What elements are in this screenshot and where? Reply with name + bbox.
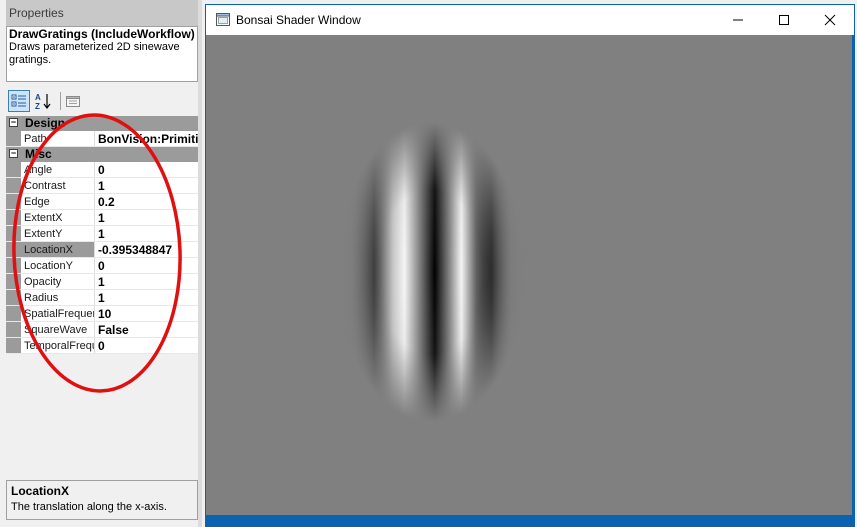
property-value[interactable]: False [95, 322, 198, 337]
property-value[interactable]: -0.395348847 [95, 242, 198, 257]
row-gutter [6, 242, 21, 257]
property-row-radius[interactable]: Radius 1 [6, 290, 198, 306]
property-value[interactable]: 10 [95, 306, 198, 321]
properties-panel: Properties DrawGratings (IncludeWorkflow… [0, 0, 200, 527]
property-row-angle[interactable]: Angle 0 [6, 162, 198, 178]
property-value[interactable]: 0.2 [95, 194, 198, 209]
row-gutter [6, 274, 21, 289]
description-text: Draws parameterized 2D sinewave gratings… [9, 41, 180, 66]
property-name: Path [21, 131, 95, 146]
property-pages-button[interactable] [62, 90, 84, 112]
property-value[interactable]: 1 [95, 274, 198, 289]
property-row-opacity[interactable]: Opacity 1 [6, 274, 198, 290]
property-row-extentx[interactable]: ExtentX 1 [6, 210, 198, 226]
collapse-icon[interactable]: − [9, 149, 18, 158]
categorized-icon [11, 94, 26, 107]
help-title: LocationX [11, 484, 70, 498]
row-gutter [6, 131, 21, 146]
property-value[interactable]: 0 [95, 258, 198, 273]
minimize-icon [733, 19, 743, 21]
property-name: SpatialFrequer [21, 306, 95, 321]
property-value[interactable]: 1 [95, 210, 198, 225]
category-design[interactable]: − Design [6, 116, 198, 131]
properties-header: Properties [6, 0, 198, 26]
row-gutter [6, 290, 21, 305]
row-gutter [6, 162, 21, 177]
description-box: DrawGratings (IncludeWorkflow) Draws par… [6, 26, 198, 82]
panel-splitter[interactable] [198, 0, 202, 527]
property-name: Contrast [21, 178, 95, 193]
svg-text:Z: Z [35, 102, 40, 110]
window-app-icon [216, 13, 230, 26]
properties-toolbar: A Z [6, 88, 198, 114]
property-value[interactable]: 0 [95, 338, 198, 353]
property-value[interactable]: 1 [95, 290, 198, 305]
property-row-locationx[interactable]: LocationX -0.395348847 [6, 242, 198, 258]
svg-text:A: A [35, 93, 41, 102]
row-gutter [6, 306, 21, 321]
property-name: ExtentX [21, 210, 95, 225]
property-value[interactable]: BonVision:Primitiv [95, 131, 198, 146]
property-name: Edge [21, 194, 95, 209]
property-name: Angle [21, 162, 95, 177]
property-value[interactable]: 1 [95, 226, 198, 241]
property-row-locationy[interactable]: LocationY 0 [6, 258, 198, 274]
category-label: Misc [25, 147, 52, 161]
grating-stimulus [336, 122, 526, 422]
sort-az-icon: A Z [35, 93, 51, 110]
property-name: TemporalFrequ [21, 338, 95, 353]
category-misc[interactable]: − Misc [6, 147, 198, 162]
property-row-temporalfrequ[interactable]: TemporalFrequ 0 [6, 338, 198, 354]
property-grid: − Design Path BonVision:Primitiv − Misc Angle 0… [6, 116, 198, 354]
property-row-spatialfrequer[interactable]: SpatialFrequer 10 [6, 306, 198, 322]
property-row-squarewave[interactable]: SquareWave False [6, 322, 198, 338]
maximize-icon [779, 15, 789, 25]
help-box: LocationX The translation along the x-ax… [6, 480, 198, 520]
property-row-extenty[interactable]: ExtentY 1 [6, 226, 198, 242]
close-button[interactable] [807, 5, 853, 35]
row-gutter [6, 258, 21, 273]
property-name: SquareWave [21, 322, 95, 337]
property-name: Opacity [21, 274, 95, 289]
row-gutter [6, 178, 21, 193]
window-titlebar[interactable]: Bonsai Shader Window [206, 5, 854, 35]
property-name: Radius [21, 290, 95, 305]
minimize-button[interactable] [715, 5, 761, 35]
property-value[interactable]: 1 [95, 178, 198, 193]
toolbar-separator [60, 92, 61, 110]
row-gutter [6, 338, 21, 353]
row-gutter [6, 210, 21, 225]
maximize-button[interactable] [761, 5, 807, 35]
row-gutter [6, 226, 21, 241]
shader-window: Bonsai Shader Window [205, 4, 855, 527]
category-label: Design [25, 116, 66, 130]
property-name: ExtentY [21, 226, 95, 241]
collapse-icon[interactable]: − [9, 118, 18, 127]
property-name: LocationX [21, 242, 95, 257]
shader-canvas[interactable] [206, 35, 852, 515]
property-row-edge[interactable]: Edge 0.2 [6, 194, 198, 210]
close-icon [824, 14, 836, 26]
row-gutter [6, 322, 21, 337]
property-row-path[interactable]: Path BonVision:Primitiv [6, 131, 198, 147]
row-gutter [6, 194, 21, 209]
window-title: Bonsai Shader Window [236, 13, 361, 27]
alphabetical-button[interactable]: A Z [32, 90, 54, 112]
help-text: The translation along the x-axis. [11, 501, 167, 513]
property-row-contrast[interactable]: Contrast 1 [6, 178, 198, 194]
property-pages-icon [66, 96, 80, 107]
property-name: LocationY [21, 258, 95, 273]
categorized-button[interactable] [8, 90, 30, 112]
description-title: DrawGratings (IncludeWorkflow) [9, 27, 195, 41]
property-value[interactable]: 0 [95, 162, 198, 177]
